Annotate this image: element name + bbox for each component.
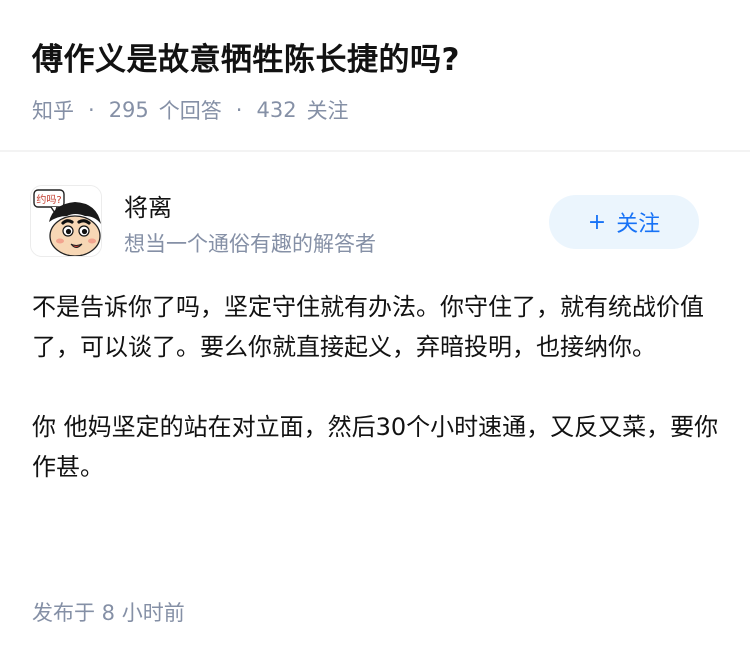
author-avatar[interactable]: 约吗? bbox=[30, 185, 102, 257]
posted-time: 发布于 8 小时前 bbox=[32, 601, 185, 625]
separator-dot: · bbox=[235, 98, 243, 122]
answer-paragraph: 不是告诉你了吗，坚定守住就有办法。你守住了，就有统战价值了，可以谈了。要么你就直… bbox=[32, 293, 704, 361]
avatar-caption: 约吗? bbox=[36, 193, 61, 206]
follow-button-label: 关注 bbox=[616, 212, 661, 237]
answer-paragraph: 你 他妈坚定的站在对立面，然后30个小时速通，又反又菜，要你作甚。 bbox=[32, 413, 719, 481]
question-meta: 知乎 · 295 个回答 · 432 关注 bbox=[32, 94, 349, 126]
separator-dot: · bbox=[88, 98, 95, 122]
answer-card: 约吗? 将离 想当一个通俗有趣的解答者 + 关注 不是告诉你了吗，坚定守住就有办… bbox=[0, 152, 750, 666]
question-title[interactable]: 傅作义是故意牺牲陈长捷的吗? bbox=[32, 34, 460, 79]
plus-icon: + bbox=[587, 209, 607, 235]
follow-button[interactable]: + 关注 bbox=[549, 195, 699, 249]
answer-count-label: 个回答 bbox=[158, 99, 222, 123]
question-header: 傅作义是故意牺牲陈长捷的吗? 知乎 · 295 个回答 · 432 关注 bbox=[0, 0, 750, 150]
answer-content: 不是告诉你了吗，坚定守住就有办法。你守住了，就有统战价值了，可以谈了。要么你就直… bbox=[32, 287, 722, 527]
follower-count: 432 bbox=[256, 98, 297, 122]
platform-label[interactable]: 知乎 bbox=[32, 95, 74, 125]
author-bio: 想当一个通俗有趣的解答者 bbox=[124, 232, 376, 256]
answer-count: 295 bbox=[108, 98, 149, 122]
follower-count-label: 关注 bbox=[306, 99, 349, 123]
author-name[interactable]: 将离 bbox=[124, 188, 172, 223]
cartoon-boy-avatar-icon: 约吗? bbox=[31, 186, 101, 256]
